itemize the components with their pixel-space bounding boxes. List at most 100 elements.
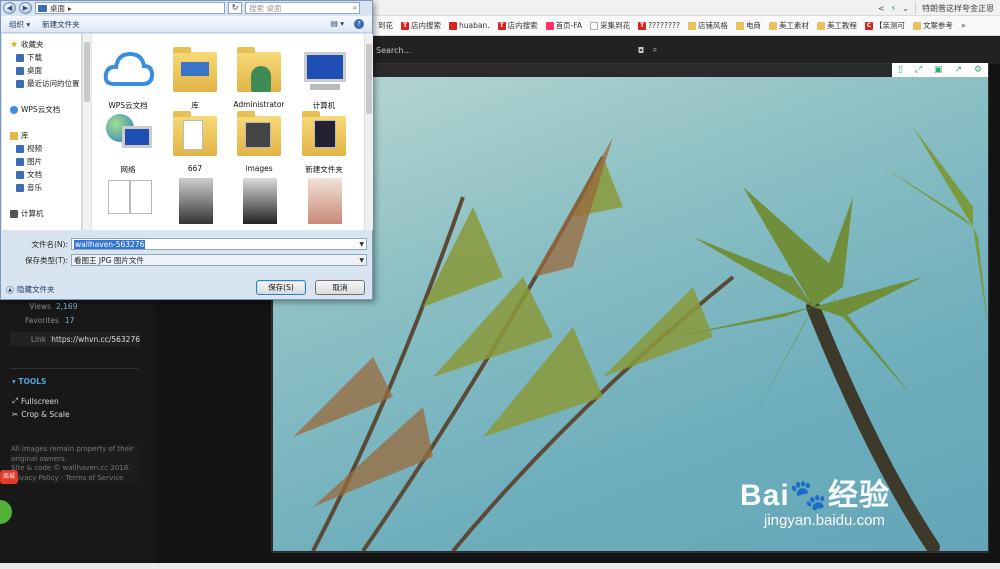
promo-badge[interactable]: 商城 (0, 470, 18, 484)
back-icon[interactable]: ◀ (3, 2, 16, 14)
nav-music[interactable]: 音乐 (2, 181, 81, 194)
tools-heading[interactable]: ▾ TOOLS (12, 377, 46, 386)
desktop-icon (16, 66, 24, 75)
refresh-icon[interactable]: ↻ (228, 2, 242, 14)
dialog-toolbar: 组织 ▾ 新建文件夹 ▤ ▾ ? (1, 16, 372, 33)
forward-icon[interactable]: ▶ (19, 2, 32, 14)
file-list-scrollbar[interactable] (364, 34, 373, 230)
file-item[interactable]: WPS云文档 (96, 42, 160, 111)
bookmark-item[interactable]: T 店内搜索 (497, 20, 538, 31)
filename-field[interactable]: wallhaven-563276 ▼ (71, 238, 367, 250)
search-icon[interactable]: ⌕ (648, 45, 662, 55)
file-item[interactable] (292, 174, 356, 230)
nav-scrollbar[interactable] (82, 34, 91, 230)
more-bookmarks[interactable]: » (961, 21, 966, 30)
save-icon[interactable]: ▣ (934, 65, 943, 75)
nav-videos[interactable]: 视频 (2, 142, 81, 155)
navigation-pane: ★ 收藏夹 下载 桌面 最近访问的位置 WPS云文档 库 视频 图片 文档 音乐 … (2, 34, 82, 230)
bookmark-icon[interactable]: ▯ (898, 65, 903, 75)
file-item[interactable] (96, 174, 160, 230)
bookmark-folder[interactable]: 店铺风格 (687, 20, 728, 31)
filetype-select[interactable]: 看图王 JPG 图片文件 ▼ (71, 254, 367, 266)
settings-icon[interactable]: ⚙ (974, 65, 982, 75)
share-icon[interactable]: < (878, 4, 885, 13)
nav-downloads[interactable]: 下载 (2, 51, 81, 64)
new-folder-button[interactable]: 新建文件夹 (42, 19, 80, 30)
bookmark-item[interactable]: huaban. (449, 21, 490, 30)
desktop-icon (38, 4, 47, 12)
page-icon (590, 21, 599, 30)
fullscreen-link[interactable]: ⤢ Fullscreen (12, 396, 59, 406)
fullscreen-icon[interactable]: ⤢ (915, 65, 922, 75)
chevron-down-icon[interactable]: ▼ (359, 257, 366, 264)
search-input[interactable]: Search... (376, 46, 634, 55)
cancel-button[interactable]: 取消 (315, 280, 365, 295)
breadcrumb-arrow-icon[interactable]: ▸ (68, 4, 72, 13)
file-item[interactable]: 库 (163, 42, 227, 111)
filename-row: 文件名(N): wallhaven-563276 ▼ (9, 238, 367, 250)
bookmark-item[interactable]: T???????? (638, 21, 680, 30)
chevron-down-icon[interactable]: ⌄ (902, 4, 909, 13)
nav-favorites[interactable]: ★ 收藏夹 (2, 38, 81, 51)
file-item[interactable]: 667 (163, 106, 227, 173)
network-icon (100, 106, 156, 162)
star-icon: ★ (10, 39, 19, 50)
bookmark-folder[interactable]: 美工素材 (768, 20, 809, 31)
folder-icon (912, 21, 921, 30)
bookmark-item[interactable]: 首页-FA (545, 20, 582, 31)
nav-wps-cloud[interactable]: WPS云文档 (2, 103, 81, 116)
nav-recent[interactable]: 最近访问的位置 (2, 77, 81, 90)
t-logo-icon: T (401, 21, 409, 30)
nav-documents[interactable]: 文档 (2, 168, 81, 181)
folder-icon (296, 106, 352, 162)
address-bar[interactable]: 桌面 ▸ (35, 2, 225, 14)
music-icon (16, 183, 24, 192)
site-search-bar[interactable]: Search... ◘ ⌕ (376, 42, 662, 58)
bookmark-item[interactable]: 采集到花 (590, 20, 630, 31)
favorites-count[interactable]: 17 (65, 316, 75, 325)
file-item[interactable] (163, 174, 227, 230)
folder-icon (687, 21, 696, 30)
bookmark-folder[interactable]: 美工教程 (816, 20, 857, 31)
bookmark-item[interactable]: T 店内搜索 (401, 20, 441, 31)
nav-libraries[interactable]: 库 (2, 129, 81, 142)
hide-folders-toggle[interactable]: ▲ 隐藏文件夹 (6, 284, 55, 295)
help-icon[interactable]: ? (354, 19, 364, 29)
filetype-label: 保存类型(T): (25, 255, 68, 265)
video-icon (16, 144, 24, 153)
news-ticker[interactable]: 特朗普这样夸金正恩 (922, 3, 994, 14)
share-icon[interactable]: ↗ (954, 65, 962, 75)
nav-desktop[interactable]: 桌面 (2, 64, 81, 77)
nav-pictures[interactable]: 图片 (2, 155, 81, 168)
short-link[interactable]: https://whvn.cc/563276 (51, 335, 140, 344)
site-footer: All images remain property of their orig… (11, 445, 139, 483)
view-options-icon[interactable]: ▤ ▾ (331, 19, 344, 29)
crop-scale-link[interactable]: ✂ Crop & Scale (12, 410, 70, 419)
bookmark-item[interactable]: 到花 (378, 20, 393, 31)
bookmark-folder[interactable]: 电商 (735, 20, 761, 31)
image-toolbar: ▯ ⤢ ▣ ↗ ⚙ (892, 63, 988, 77)
chevron-up-icon: ▲ (6, 285, 14, 294)
fa-icon (545, 21, 554, 30)
photo-thumbnail (296, 174, 352, 230)
file-item[interactable]: Administrator (227, 42, 291, 109)
search-input[interactable]: 搜索 桌面 ⌕ (245, 2, 360, 14)
cloud-icon (10, 105, 18, 114)
file-item[interactable]: 网络 (96, 106, 160, 175)
save-button[interactable]: 保存(S) (256, 280, 306, 295)
file-item[interactable] (227, 174, 291, 230)
file-item[interactable]: images (227, 106, 291, 173)
bookmark-folder[interactable]: 文案参考 (912, 20, 953, 31)
organize-menu[interactable]: 组织 ▾ (9, 19, 30, 30)
camera-icon[interactable]: ◘ (634, 46, 648, 55)
search-icon[interactable]: ⌕ (353, 3, 357, 13)
document-thumbnail (100, 174, 156, 230)
file-item[interactable]: 计算机 (292, 42, 356, 111)
privacy-terms-link[interactable]: Privacy Policy - Terms of Service (11, 474, 139, 484)
file-item[interactable]: 新建文件夹 (292, 106, 356, 175)
library-icon (10, 131, 18, 140)
lightning-icon[interactable]: ⚡ (891, 4, 897, 13)
chevron-down-icon[interactable]: ▼ (359, 241, 366, 248)
nav-computer[interactable]: 计算机 (2, 207, 81, 220)
bookmark-item[interactable]: C 【亲测可 (864, 20, 905, 31)
